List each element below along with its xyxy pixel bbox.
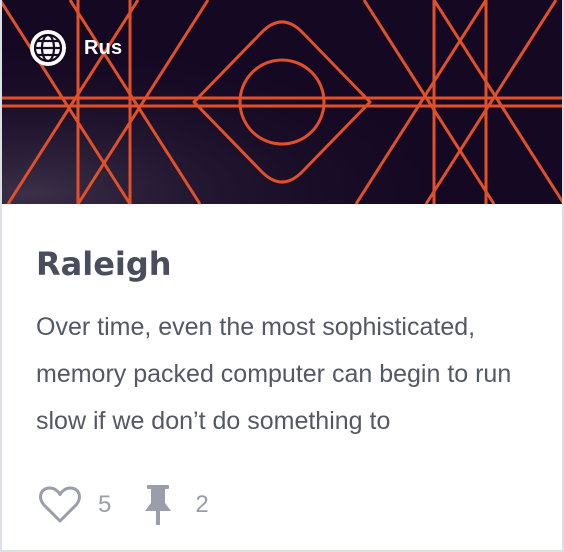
language-tag[interactable]: Rus bbox=[28, 28, 122, 68]
post-stats: 5 2 bbox=[38, 481, 209, 529]
likes-count: 5 bbox=[98, 491, 112, 518]
card-banner: Rus bbox=[2, 0, 562, 204]
heart-icon[interactable] bbox=[38, 485, 82, 525]
post-title[interactable]: Raleigh bbox=[36, 240, 172, 288]
language-label: Rus bbox=[84, 36, 123, 59]
pushpin-icon[interactable] bbox=[141, 483, 175, 527]
post-excerpt: Over time, even the most sophisticated, … bbox=[36, 313, 512, 435]
post-card[interactable]: Rus Raleigh Over time, even the most sop… bbox=[0, 0, 564, 552]
globe-icon bbox=[30, 30, 66, 66]
pins-count: 2 bbox=[195, 491, 209, 518]
